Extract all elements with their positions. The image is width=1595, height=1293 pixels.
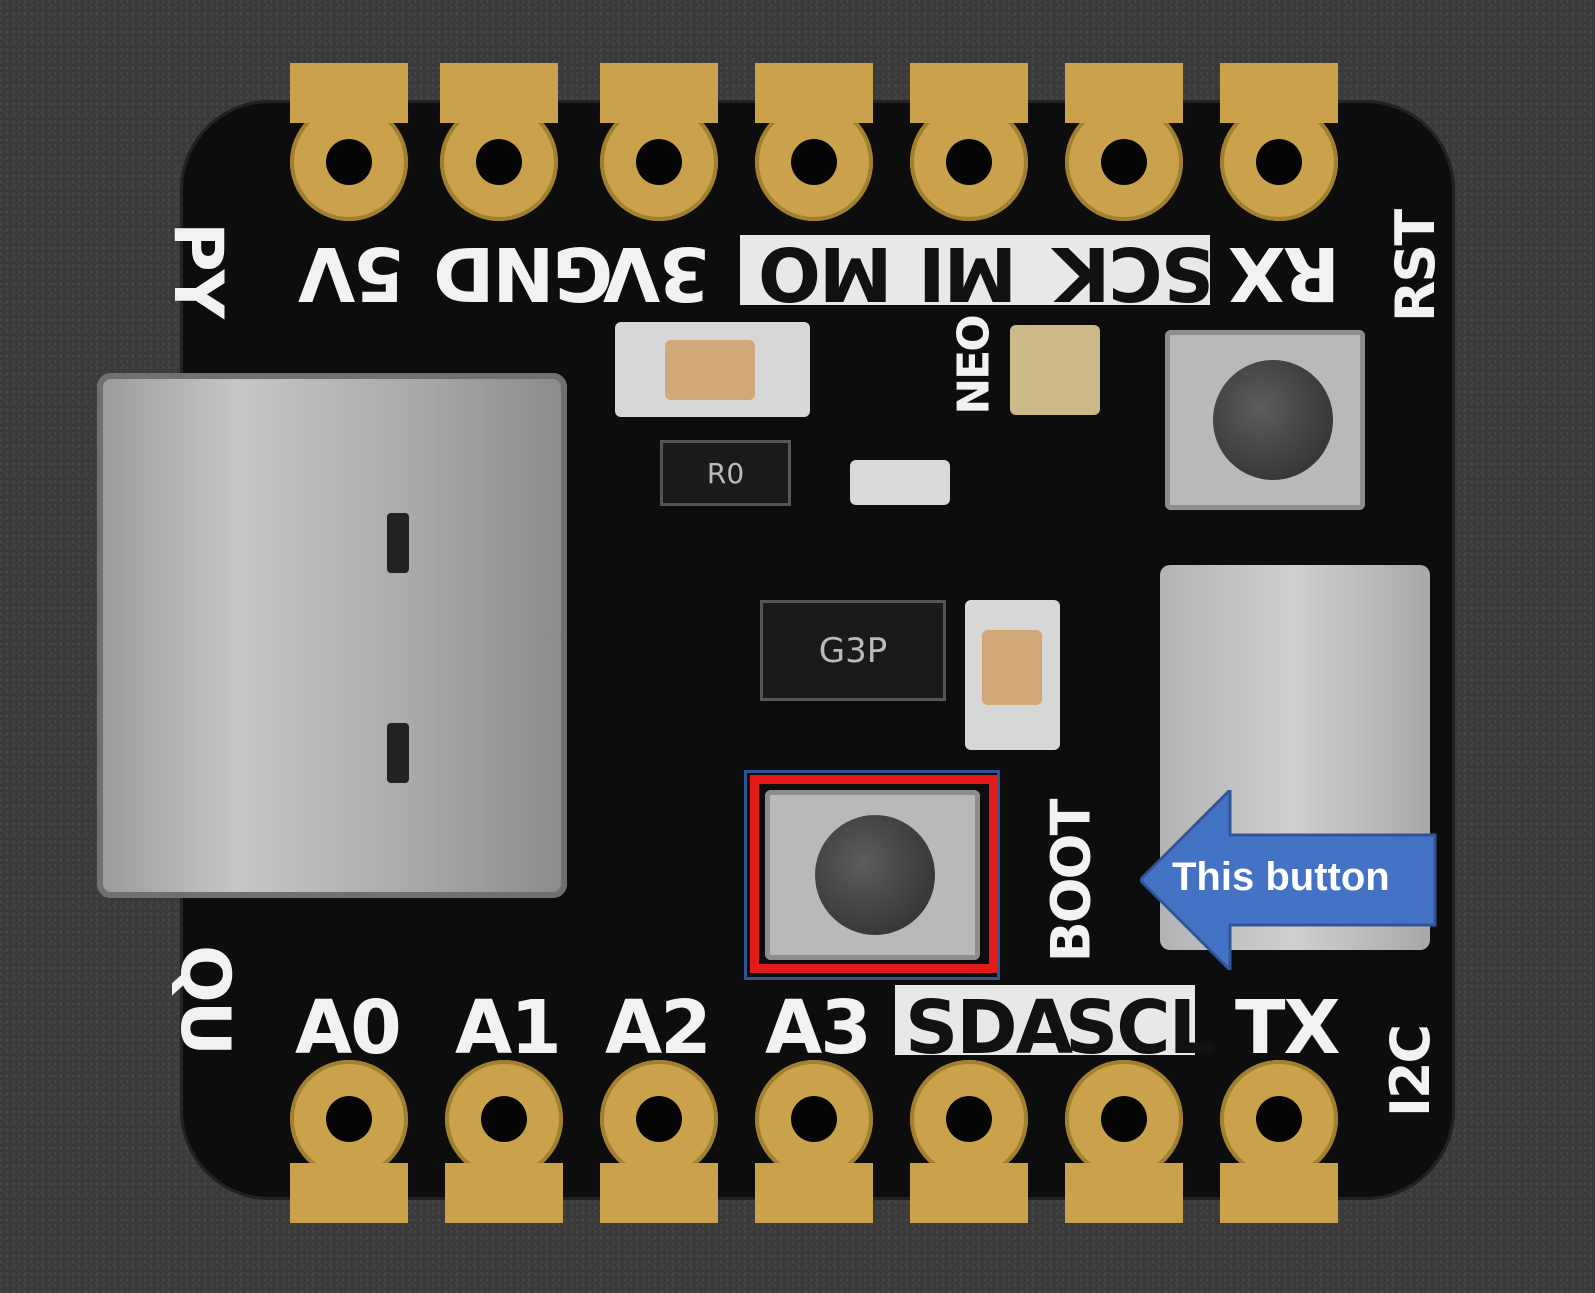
resistor-small: [850, 460, 950, 505]
pin-label-a2: A2: [605, 985, 712, 1071]
pin-label-mi: MI: [920, 230, 1018, 316]
pin-label-mo: MO: [760, 230, 893, 316]
capacitor-right-body: [982, 630, 1042, 705]
pin-pad-a3: [755, 1060, 873, 1223]
side-label-qu: QU: [165, 944, 245, 1055]
pin-pad-a0: [290, 1060, 408, 1223]
pin-label-tx: TX: [1235, 985, 1341, 1071]
pin-pad-5v: [290, 63, 408, 221]
regulator-chip: G3P: [760, 600, 946, 701]
side-label-rst: RST: [1384, 210, 1448, 323]
pin-label-a3: A3: [765, 985, 872, 1071]
pin-pad-mi: [910, 63, 1028, 221]
pin-pad-mo: [755, 63, 873, 221]
pin-pad-a2: [600, 1060, 718, 1223]
reset-button-cap: [1213, 360, 1333, 480]
pin-label-rx: RX: [1230, 230, 1341, 316]
pin-label-3v: 3V: [605, 230, 710, 316]
pin-label-gnd: GND: [435, 230, 614, 316]
pin-pad-sck: [1065, 63, 1183, 221]
pin-label-sck: SCK: [1055, 230, 1214, 316]
neopixel-led: [1010, 325, 1100, 415]
pin-pad-a1: [445, 1060, 563, 1223]
usb-slot-upper: [387, 513, 409, 573]
pin-pad-gnd: [440, 63, 558, 221]
pin-pad-scl: [1065, 1060, 1183, 1223]
capacitor-top-body: [665, 340, 755, 400]
pin-label-a0: A0: [295, 985, 402, 1071]
label-boot: BOOT: [1039, 800, 1103, 963]
highlight-box-red: [750, 775, 998, 973]
pin-label-scl: SCL: [1065, 985, 1216, 1071]
usb-c-connector: [97, 373, 567, 898]
pin-label-5v: 5V: [300, 230, 405, 316]
side-label-i2c: I2C: [1379, 1025, 1443, 1118]
pin-pad-rx: [1220, 63, 1338, 221]
side-label-py: PY: [158, 221, 238, 318]
pin-label-a1: A1: [455, 985, 562, 1071]
pin-pad-3v: [600, 63, 718, 221]
diode: R0: [660, 440, 791, 506]
callout-text: This button: [1172, 855, 1390, 899]
reset-button: [1165, 330, 1365, 510]
usb-slot-lower: [387, 723, 409, 783]
label-neo: NEO: [948, 316, 1000, 415]
pin-label-sda: SDA: [905, 985, 1073, 1071]
pin-pad-sda: [910, 1060, 1028, 1223]
pin-pad-tx: [1220, 1060, 1338, 1223]
